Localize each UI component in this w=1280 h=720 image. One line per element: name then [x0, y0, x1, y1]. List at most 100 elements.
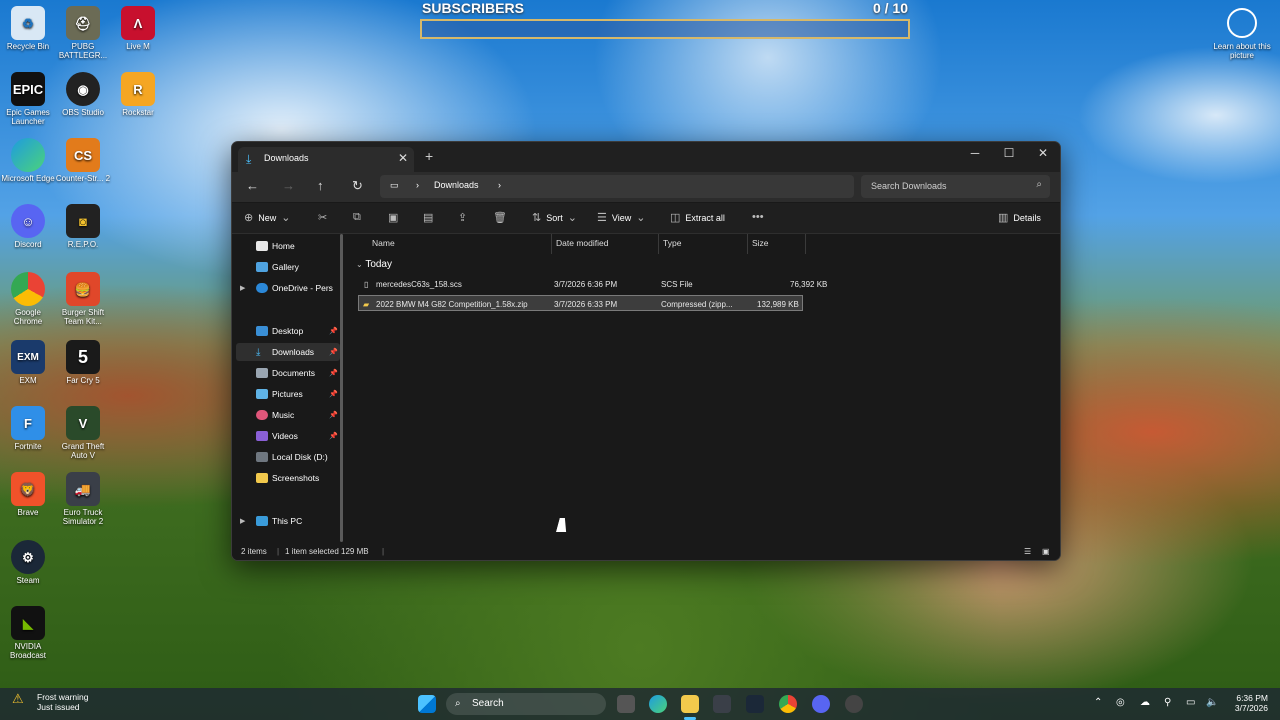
desktop-icon[interactable]: 🚚 Euro Truck Simulator 2 [55, 472, 111, 526]
forward-button[interactable]: → [282, 178, 295, 193]
details-button[interactable]: ▥ Details [998, 211, 1041, 224]
maximize-button[interactable]: ☐ [994, 146, 1024, 160]
edge-icon[interactable] [649, 695, 667, 713]
view-button[interactable]: ☰ View ⌄ [597, 211, 645, 224]
cloud-icon [256, 283, 268, 293]
desktop-icon[interactable]: 🍔 Burger Shift Team Kit... [55, 272, 111, 326]
back-button[interactable]: ← [246, 178, 259, 193]
desktop-icon[interactable]: CS Counter-Str... 2 [55, 138, 111, 183]
desktop-icon[interactable]: V Grand Theft Auto V [55, 406, 111, 460]
microphone-icon[interactable]: ⚲ [1164, 697, 1171, 708]
chevron-right-icon[interactable]: ▶ [240, 284, 245, 292]
desktop-icon[interactable]: ⛑ PUBG BATTLEGR... [55, 6, 111, 60]
desktop-icon[interactable]: ◉ OBS Studio [55, 72, 111, 117]
obs-icon: ◉ [66, 72, 100, 106]
weather-widget[interactable]: ⚠ Frost warning Just issued [12, 692, 89, 712]
sidebar-item-gallery[interactable]: Gallery [256, 258, 340, 276]
group-header[interactable]: ⌄ Today [356, 259, 392, 270]
column-header-type[interactable]: Type [663, 238, 681, 248]
taskbar-search[interactable]: ⌕ Search [446, 693, 606, 715]
desktop-icon[interactable]: ◣ NVIDIA Broadcast [0, 606, 56, 660]
column-header-name[interactable]: Name [372, 238, 395, 248]
breadcrumb[interactable]: Downloads [434, 180, 479, 190]
tiles-view-icon[interactable]: ▣ [1042, 547, 1050, 556]
tab-downloads[interactable]: ⤓ Downloads ✕ [238, 147, 414, 172]
desktop-icon[interactable]: EPIC Epic Games Launcher [0, 72, 56, 126]
desktop-folder-icon [256, 326, 268, 336]
desktop-icon[interactable]: Λ Live M [110, 6, 166, 51]
title-bar: ⤓ Downloads ✕ + ─ ☐ ✕ [232, 142, 1060, 172]
column-divider[interactable] [747, 234, 748, 254]
sidebar-item-desktop[interactable]: Desktop 📌 [256, 322, 340, 340]
store-icon[interactable] [713, 695, 731, 713]
column-header-size[interactable]: Size [752, 238, 769, 248]
chevron-up-icon[interactable]: ⌃ [1094, 697, 1102, 708]
sidebar-item-pictures[interactable]: Pictures 📌 [256, 385, 340, 403]
up-button[interactable]: ↑ [317, 178, 324, 193]
sidebar-item-local-disk[interactable]: Local Disk (D:) [256, 448, 340, 466]
desktop-icon[interactable]: ♻ Recycle Bin [0, 6, 56, 51]
desktop-icon[interactable]: ◙ R.E.P.O. [55, 204, 111, 249]
sidebar-item-this-pc[interactable]: ▶ This PC [240, 512, 340, 530]
paste-button[interactable]: ▣ [388, 211, 398, 224]
column-header-date[interactable]: Date modified [556, 238, 608, 248]
new-button[interactable]: ⊕ New ⌄ [244, 211, 290, 224]
task-view-icon[interactable] [617, 695, 635, 713]
close-tab-icon[interactable]: ✕ [398, 151, 408, 165]
close-window-button[interactable]: ✕ [1028, 146, 1058, 160]
cut-button[interactable]: ✂ [318, 211, 327, 224]
desktop-icon[interactable]: 🦁 Brave [0, 472, 56, 517]
copy-button[interactable]: ⧉ [353, 211, 361, 224]
address-bar[interactable]: ▭ › Downloads › [380, 175, 854, 198]
table-row[interactable]: ▰ 2022 BMW M4 G82 Competition_1.58x.zip … [358, 295, 803, 311]
column-divider[interactable] [805, 234, 806, 254]
sidebar-item-music[interactable]: Music 📌 [256, 406, 340, 424]
desktop-icon[interactable]: R Rockstar [110, 72, 166, 117]
brave-icon: 🦁 [11, 472, 45, 506]
steam-icon: ⚙ [11, 540, 45, 574]
monitor-icon[interactable]: ▭ [1186, 697, 1195, 708]
chrome-icon[interactable] [779, 695, 797, 713]
delete-button[interactable]: 🗑 [493, 211, 507, 224]
learn-about-picture[interactable]: Learn about this picture [1212, 8, 1272, 60]
sort-button[interactable]: ⇅ Sort ⌄ [532, 211, 577, 224]
file-explorer-icon[interactable] [681, 695, 699, 713]
sidebar-item-documents[interactable]: Documents 📌 [256, 364, 340, 382]
search-input[interactable]: Search Downloads [871, 181, 947, 191]
sidebar-item-home[interactable]: Home [256, 237, 340, 255]
start-button[interactable] [418, 695, 436, 713]
desktop-icon[interactable]: ☺ Discord [0, 204, 56, 249]
sidebar-scrollbar[interactable] [340, 234, 343, 542]
desktop-icon[interactable]: Google Chrome [0, 272, 56, 326]
volume-icon[interactable]: 🔈 [1206, 697, 1218, 708]
column-divider[interactable] [551, 234, 552, 254]
steam-icon[interactable] [746, 695, 764, 713]
column-divider[interactable] [658, 234, 659, 254]
desktop-icon[interactable]: F Fortnite [0, 406, 56, 451]
share-button[interactable]: ⇪ [458, 211, 467, 224]
more-options-button[interactable]: ••• [752, 211, 764, 223]
app-icon[interactable] [845, 695, 863, 713]
sidebar-item-videos[interactable]: Videos 📌 [256, 427, 340, 445]
table-row[interactable]: ▯ mercedesC63s_158.scs 3/7/2026 6:36 PM … [358, 276, 827, 292]
chevron-right-icon[interactable]: ▶ [240, 517, 245, 525]
minimize-button[interactable]: ─ [960, 146, 990, 160]
rename-button[interactable]: ▤ [423, 211, 433, 224]
desktop-icon[interactable]: ⚙ Steam [0, 540, 56, 585]
network-icon[interactable]: ◎ [1116, 697, 1125, 708]
search-box[interactable]: Search Downloads ⌕ [861, 175, 1050, 198]
details-view-icon[interactable]: ☰ [1024, 547, 1031, 556]
discord-icon[interactable] [812, 695, 830, 713]
sidebar-item-onedrive[interactable]: ▶ OneDrive - Pers [240, 279, 340, 297]
desktop-icon[interactable]: EXM EXM [0, 340, 56, 385]
new-tab-button[interactable]: + [425, 148, 433, 164]
extract-all-button[interactable]: ◫ Extract all [670, 211, 725, 224]
desktop-icon[interactable]: Microsoft Edge [0, 138, 56, 183]
cloud-icon[interactable]: ☁ [1140, 697, 1150, 708]
refresh-button[interactable]: ↻ [352, 178, 363, 194]
desktop-icon[interactable]: 5 Far Cry 5 [55, 340, 111, 385]
sidebar-item-screenshots[interactable]: Screenshots [256, 469, 340, 487]
sidebar-item-downloads[interactable]: ⤓ Downloads 📌 [236, 343, 340, 361]
clock[interactable]: 6:36 PM 3/7/2026 [1235, 693, 1268, 713]
chevron-right-icon: › [416, 180, 419, 190]
